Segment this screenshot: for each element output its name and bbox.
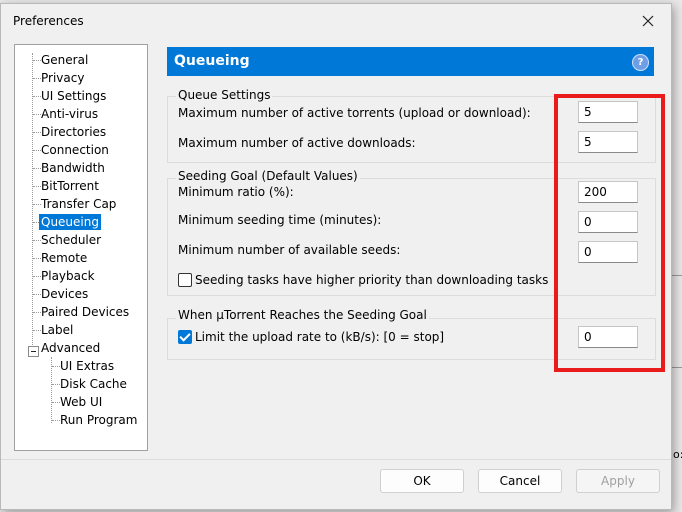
seeding-priority-checkbox[interactable] (178, 273, 192, 287)
sidebar-item-transfer-cap[interactable]: Transfer Cap (39, 196, 118, 212)
seeding-goal-reached-title: When µTorrent Reaches the Seeding Goal (176, 308, 429, 322)
sidebar-item-ui-settings[interactable]: UI Settings (39, 88, 108, 104)
seeding-priority-label[interactable]: Seeding tasks have higher priority than … (195, 273, 548, 287)
sidebar-item-run-program[interactable]: Run Program (58, 412, 139, 428)
apply-button[interactable]: Apply (576, 469, 660, 493)
tree-line (32, 53, 33, 351)
seeding-goal-title: Seeding Goal (Default Values) (176, 169, 360, 183)
min-ratio-label: Minimum ratio (%): (178, 185, 294, 199)
cancel-button[interactable]: Cancel (478, 469, 562, 493)
red-highlight-box (554, 94, 665, 372)
window-title: Preferences (13, 14, 84, 28)
sidebar-item-advanced[interactable]: Advanced (39, 340, 102, 356)
sidebar-item-bandwidth[interactable]: Bandwidth (39, 160, 107, 176)
close-button[interactable] (625, 4, 671, 38)
panel-header: Queueing ? (167, 47, 654, 76)
title-bar: Preferences (1, 4, 671, 38)
sidebar-item-playback[interactable]: Playback (39, 268, 97, 284)
sidebar-item-remote[interactable]: Remote (39, 250, 89, 266)
sidebar-item-anti-virus[interactable]: Anti-virus (39, 106, 100, 122)
sidebar-item-connection[interactable]: Connection (39, 142, 111, 158)
sidebar-item-privacy[interactable]: Privacy (39, 70, 86, 86)
sidebar-item-bittorrent[interactable]: BitTorrent (39, 178, 101, 194)
panel-title: Queueing (174, 53, 250, 69)
sidebar-item-general[interactable]: General (39, 52, 90, 68)
max-active-torrents-label: Maximum number of active torrents (uploa… (178, 106, 531, 120)
sidebar-item-disk-cache[interactable]: Disk Cache (58, 376, 129, 392)
sidebar-item-web-ui[interactable]: Web UI (58, 394, 104, 410)
max-active-downloads-label: Maximum number of active downloads: (178, 136, 416, 150)
sidebar-item-ui-extras[interactable]: UI Extras (58, 358, 116, 374)
sidebar-item-scheduler[interactable]: Scheduler (39, 232, 103, 248)
sidebar-item-label[interactable]: Label (39, 322, 75, 338)
close-icon (642, 15, 654, 27)
limit-upload-label[interactable]: Limit the upload rate to (kB/s): [0 = st… (195, 330, 444, 344)
sidebar-item-devices[interactable]: Devices (39, 286, 90, 302)
min-seeding-time-label: Minimum seeding time (minutes): (178, 213, 382, 227)
ok-button[interactable]: OK (380, 469, 464, 493)
category-tree: General Privacy UI Settings Anti-virus D… (14, 44, 148, 451)
help-icon[interactable]: ? (632, 54, 649, 71)
sidebar-item-queueing[interactable]: Queueing (39, 214, 101, 230)
min-available-seeds-label: Minimum number of available seeds: (178, 243, 401, 257)
advanced-collapse-toggle[interactable] (28, 346, 39, 357)
queue-settings-title: Queue Settings (176, 88, 273, 102)
limit-upload-checkbox[interactable] (178, 330, 192, 344)
preferences-dialog: Preferences General Privacy UI Settings … (0, 3, 672, 510)
sidebar-item-directories[interactable]: Directories (39, 124, 108, 140)
sidebar-item-paired-devices[interactable]: Paired Devices (39, 304, 131, 320)
footer-divider (1, 459, 671, 460)
